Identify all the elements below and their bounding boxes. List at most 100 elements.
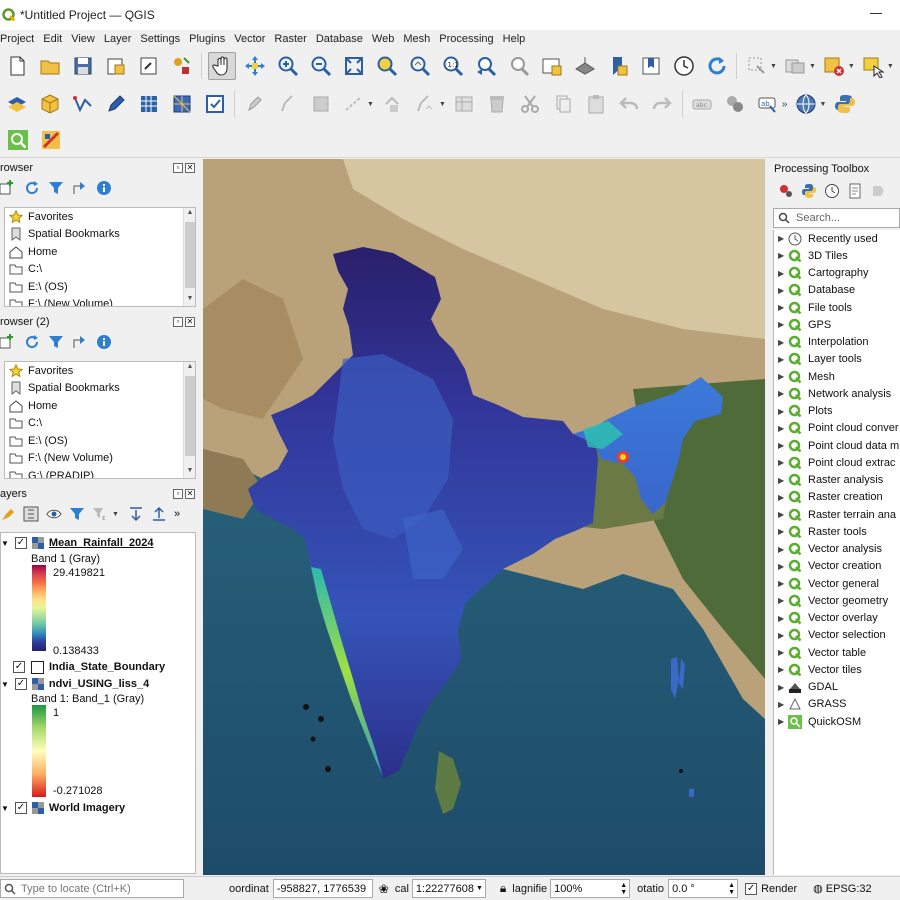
filter-icon[interactable] — [69, 506, 85, 522]
scroll-thumb[interactable] — [185, 222, 195, 288]
chevron-down-icon[interactable]: ▼ — [819, 101, 826, 108]
toggle-editing-button[interactable] — [241, 90, 269, 118]
zoom-next-button[interactable] — [505, 52, 533, 80]
processing-item-layer-tools[interactable]: ▶ Layer tools — [774, 351, 900, 368]
browser-item-e-drive[interactable]: E:\ (OS) — [5, 278, 195, 296]
layer-row-imagery[interactable]: ▼ ✓ World Imagery — [1, 800, 125, 816]
processing-item-gps[interactable]: ▶ GPS — [774, 316, 900, 333]
filter-expression-icon[interactable]: ε — [92, 506, 108, 522]
expand-arrow-icon[interactable]: ▶ — [778, 700, 788, 709]
show-bookmarks-button[interactable] — [637, 52, 665, 80]
history-icon[interactable] — [824, 183, 840, 199]
add-layer-icon[interactable] — [0, 180, 16, 196]
new-project-button[interactable] — [3, 52, 31, 80]
processing-search-input[interactable]: Search... — [773, 208, 900, 228]
expand-arrow-icon[interactable]: ▶ — [778, 527, 788, 536]
expand-arrow-icon[interactable]: ▶ — [778, 407, 788, 416]
vertex-tool-button[interactable] — [378, 90, 406, 118]
menu-vector[interactable]: Vector — [234, 33, 265, 45]
add-mesh-button[interactable] — [168, 90, 196, 118]
zoom-last-button[interactable] — [472, 52, 500, 80]
processing-item-vector-general[interactable]: ▶ Vector general — [774, 575, 900, 592]
filter-icon[interactable] — [48, 180, 64, 196]
style-brush-icon[interactable] — [0, 506, 16, 522]
expand-arrow-icon[interactable]: ▶ — [778, 355, 788, 364]
zoom-to-layer-button[interactable] — [406, 52, 434, 80]
processing-item-vector-geometry[interactable]: ▶ Vector geometry — [774, 592, 900, 609]
crs-label[interactable]: EPSG:32 — [826, 883, 872, 895]
expand-arrow-icon[interactable]: ▶ — [778, 338, 788, 347]
layer-visibility-checkbox[interactable]: ✓ — [14, 537, 27, 549]
filter-icon[interactable] — [48, 334, 64, 350]
expand-arrow-icon[interactable]: ▶ — [778, 303, 788, 312]
browser2-item-bookmarks[interactable]: Spatial Bookmarks — [5, 380, 195, 398]
rotation-spinbox[interactable]: 0.0 ° ▲ ▼ — [668, 879, 739, 898]
processing-item-point-cloud-conversion[interactable]: ▶ Point cloud conver — [774, 420, 900, 437]
expand-arrow-icon[interactable]: ▶ — [778, 372, 788, 381]
browser-item-c-drive[interactable]: C:\ — [5, 261, 195, 279]
chevron-down-icon[interactable]: ▼ — [112, 511, 119, 518]
chevron-down-icon[interactable]: ▼ — [439, 101, 446, 108]
scroll-down-icon[interactable]: ▼ — [185, 295, 195, 305]
new-print-layout-button[interactable] — [102, 52, 130, 80]
multi-edit-button[interactable] — [411, 90, 439, 118]
info-icon[interactable] — [96, 334, 112, 350]
expand-arrow-icon[interactable]: ▶ — [778, 717, 788, 726]
browser2-item-home[interactable]: Home — [5, 397, 195, 415]
undo-button[interactable] — [615, 90, 643, 118]
zoom-full-button[interactable] — [340, 52, 368, 80]
expand-arrow-icon[interactable]: ▶ — [778, 441, 788, 450]
coordinate-field[interactable]: -958827, 1776539 — [272, 879, 373, 898]
expand-arrow-icon[interactable]: ▶ — [778, 665, 788, 674]
processing-item-quickosm[interactable]: ▶ QuickOSM — [774, 713, 900, 730]
overflow-chevron-icon[interactable]: » — [782, 99, 788, 110]
processing-item-gdal[interactable]: ▶ GDAL — [774, 679, 900, 696]
layer-row-rainfall[interactable]: ▼ ✓ Mean_Rainfall_2024 — [1, 535, 153, 551]
overflow-chevron-icon[interactable]: » — [174, 508, 180, 520]
expand-arrow-icon[interactable]: ▶ — [778, 596, 788, 605]
browser2-scrollbar[interactable]: ▲ ▼ — [183, 362, 195, 478]
float-panel-icon[interactable]: ▫ — [173, 163, 183, 173]
refresh-button[interactable] — [703, 52, 731, 80]
menu-settings[interactable]: Settings — [140, 33, 180, 45]
plugin-tool-button[interactable] — [37, 126, 65, 154]
save-edits-button[interactable] — [307, 90, 335, 118]
float-panel-icon[interactable]: ▫ — [173, 317, 183, 327]
edit-features-in-place-icon[interactable] — [870, 183, 886, 199]
processing-item-point-cloud-data[interactable]: ▶ Point cloud data m — [774, 437, 900, 454]
float-panel-icon[interactable]: ▫ — [173, 489, 183, 499]
layer-labeling-button[interactable] — [721, 90, 749, 118]
layer-visibility-checkbox[interactable]: ✓ — [13, 661, 25, 673]
python-console-button[interactable] — [831, 90, 859, 118]
menu-view[interactable]: View — [71, 33, 95, 45]
add-group-icon[interactable] — [23, 506, 39, 522]
info-icon[interactable] — [96, 180, 112, 196]
expand-arrow-icon[interactable]: ▶ — [778, 631, 788, 640]
browser-item-favorites[interactable]: Favorites — [5, 208, 195, 226]
scroll-up-icon[interactable]: ▲ — [185, 209, 195, 219]
collapse-arrow-icon[interactable]: ▼ — [1, 680, 9, 689]
minimize-button[interactable] — [870, 13, 882, 14]
data-source-manager-button[interactable] — [3, 90, 31, 118]
locator-input[interactable]: Type to locate (Ctrl+K) — [0, 879, 184, 898]
layer-visibility-checkbox[interactable]: ✓ — [14, 802, 27, 814]
close-panel-icon[interactable]: ✕ — [185, 489, 195, 499]
add-raster-button[interactable] — [135, 90, 163, 118]
processing-item-vector-tiles[interactable]: ▶ Vector tiles — [774, 661, 900, 678]
spin-arrows-icon[interactable]: ▲ ▼ — [620, 882, 627, 896]
identify-features-button[interactable] — [743, 52, 771, 80]
processing-item-database[interactable]: ▶ Database — [774, 282, 900, 299]
expand-arrow-icon[interactable]: ▶ — [778, 614, 788, 623]
label-tool-button[interactable]: abc — [688, 90, 716, 118]
new-bookmark-button[interactable] — [604, 52, 632, 80]
menu-plugins[interactable]: Plugins — [189, 33, 225, 45]
processing-item-3d-tiles[interactable]: ▶ 3D Tiles — [774, 247, 900, 264]
chevron-down-icon[interactable]: ▼ — [770, 63, 777, 70]
expand-arrow-icon[interactable]: ▶ — [778, 424, 788, 433]
add-vector-button[interactable] — [201, 90, 229, 118]
digitize-button[interactable] — [69, 90, 97, 118]
copy-features-button[interactable] — [549, 90, 577, 118]
processing-item-vector-overlay[interactable]: ▶ Vector overlay — [774, 610, 900, 627]
processing-item-interpolation[interactable]: ▶ Interpolation — [774, 334, 900, 351]
chevron-down-icon[interactable]: ▼ — [848, 63, 855, 70]
